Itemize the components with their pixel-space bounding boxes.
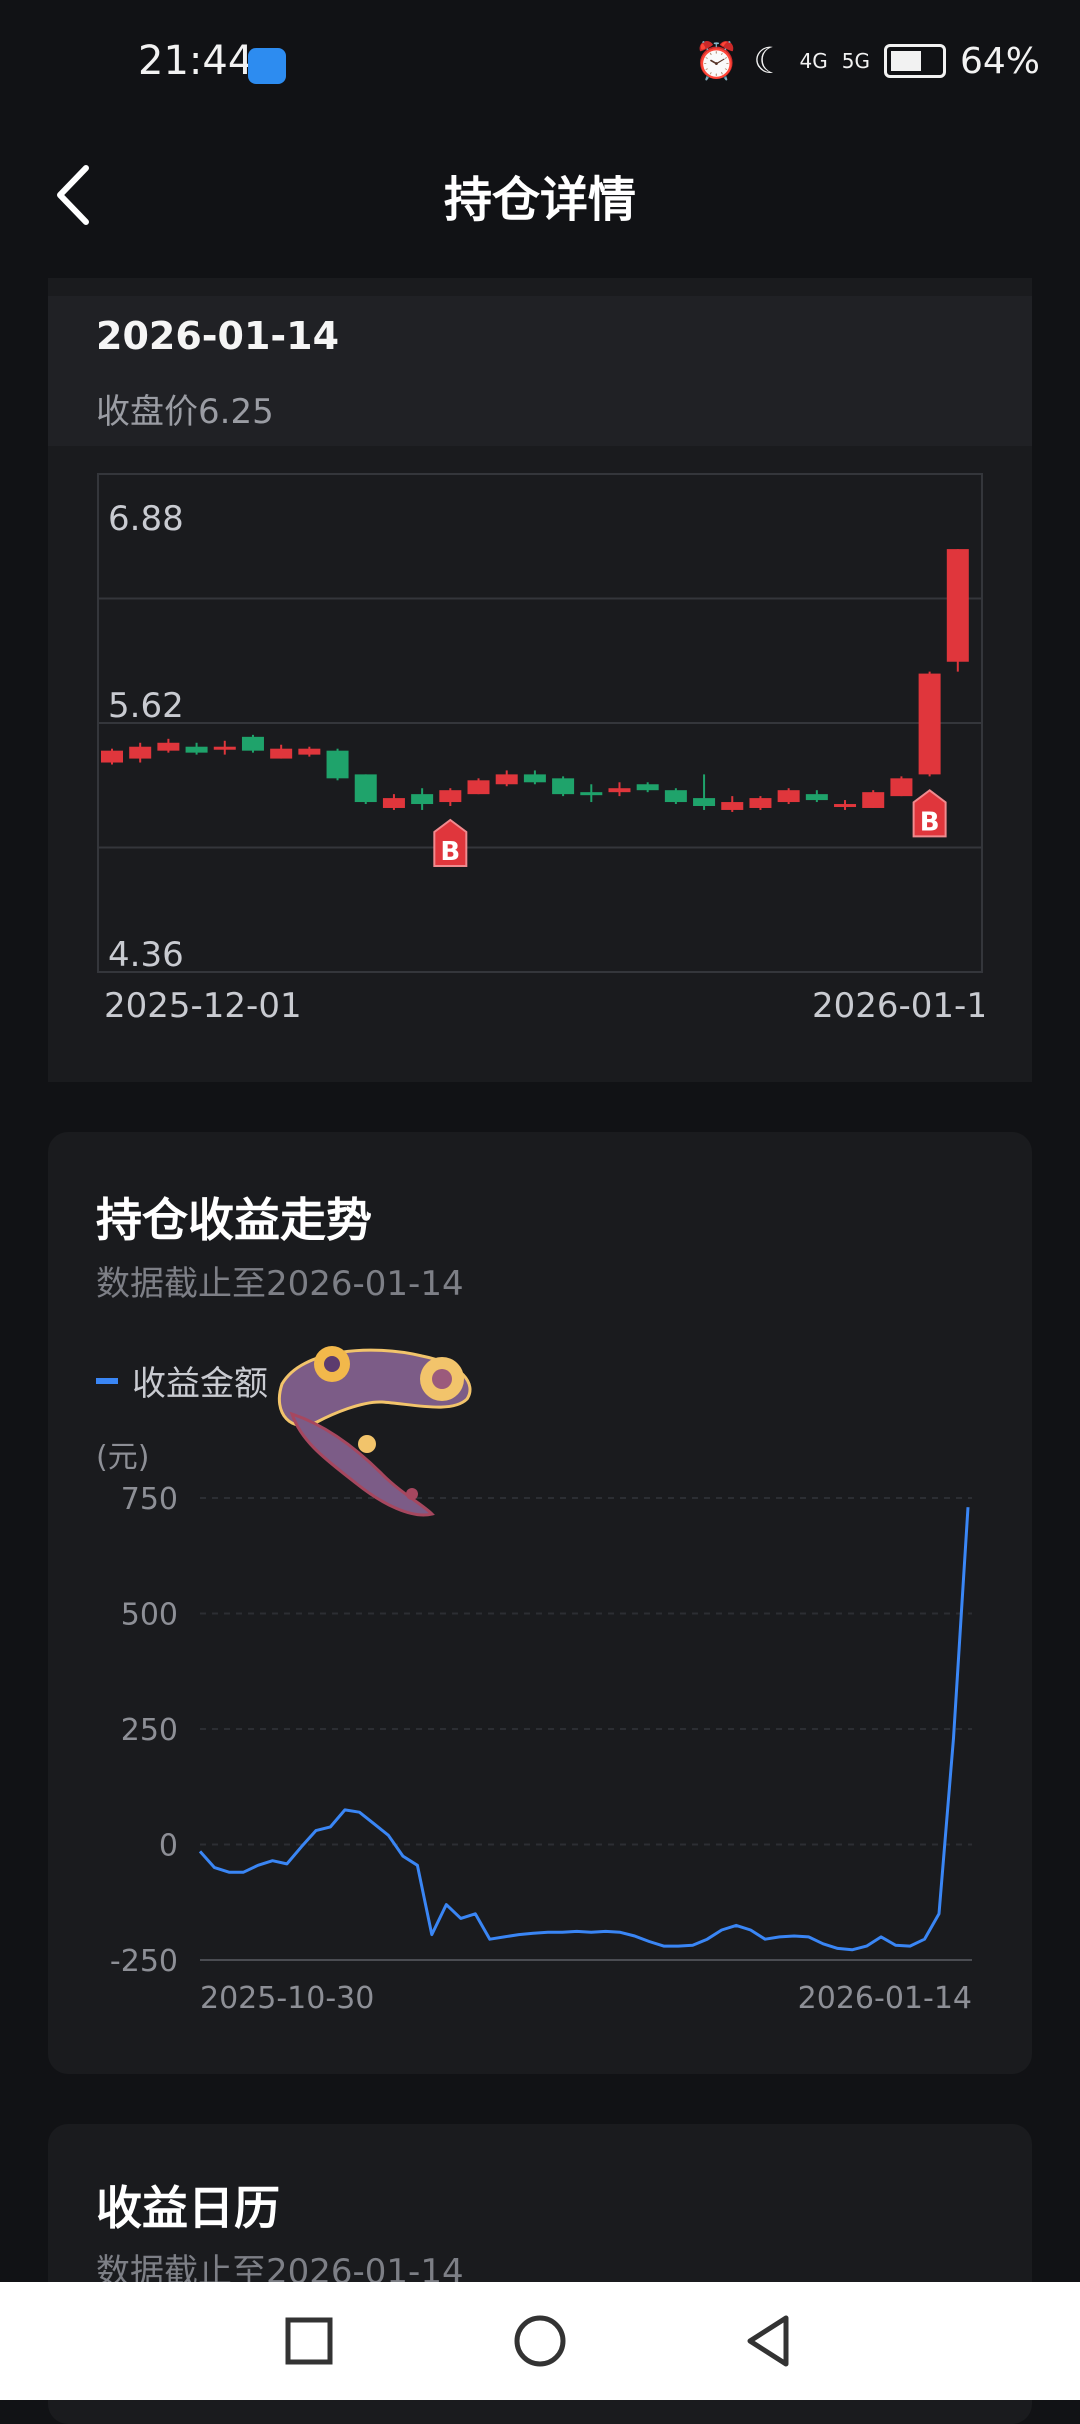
legend-label: 收益金额: [132, 1364, 268, 1404]
back-nav-icon[interactable]: [736, 2306, 806, 2376]
battery-level: 64%: [959, 40, 1040, 82]
candle-body: [467, 780, 490, 795]
profit-calendar-title: 收益日历: [96, 2181, 280, 2235]
kline-y-tick: 4.36: [108, 935, 184, 974]
buy-marker-label: B: [920, 807, 940, 837]
candle-body: [101, 750, 123, 763]
candle-body: [946, 549, 969, 662]
kline-date: 2026-01-14: [96, 314, 340, 358]
candle-body: [890, 778, 913, 797]
candle-body: [298, 748, 321, 755]
profit-y-tick: -250: [110, 1944, 178, 1979]
home-icon[interactable]: [505, 2306, 575, 2376]
candle-body: [326, 750, 349, 779]
candle-body: [834, 804, 857, 808]
candle-body: [608, 788, 631, 793]
signal-4g-icon: 4G: [799, 49, 828, 73]
profit-trend-subtitle: 数据截止至2026-01-14: [96, 1264, 464, 1304]
kline-y-tick: 5.62: [108, 686, 184, 726]
status-indicators: ⏰ ☾ 4G 5G 64%: [694, 40, 1040, 83]
status-time: 21:44: [138, 38, 254, 84]
candle-body: [439, 790, 462, 803]
profit-y-tick: 0: [159, 1829, 178, 1864]
profit-x-end: 2026-01-14: [798, 1981, 972, 2016]
candle-body: [270, 748, 293, 759]
legend-swatch: [96, 1377, 118, 1384]
candle-body: [862, 792, 885, 808]
candle-body: [721, 802, 744, 810]
candle-body: [749, 798, 772, 808]
candle-body: [693, 798, 716, 806]
kline-y-tick: 6.88: [108, 499, 184, 539]
candle-body: [382, 798, 405, 808]
candle-body: [580, 792, 603, 796]
candle-body: [552, 778, 575, 795]
candle-body: [636, 784, 659, 791]
candle-body: [523, 774, 546, 783]
candle-body: [918, 673, 941, 775]
kline-x-start: 2025-12-01: [104, 986, 302, 1026]
candle-body: [213, 746, 236, 750]
page-title: 持仓详情: [443, 172, 636, 228]
sticker-image: [277, 1346, 472, 1517]
kline-x-end: 2026-01-14: [812, 986, 984, 1026]
candle-body: [777, 790, 800, 803]
candle-body: [185, 746, 208, 753]
kline-chart[interactable]: 6.88 5.62 4.36 B B: [96, 472, 984, 974]
candle-body: [805, 794, 828, 801]
candle-body: [664, 790, 687, 803]
candle-body: [241, 736, 264, 751]
recent-apps-icon[interactable]: [274, 2306, 344, 2376]
battery-icon: [883, 44, 946, 78]
profit-y-tick: 250: [121, 1713, 178, 1748]
profit-line-chart[interactable]: 750 500 250 0 -250 2025-10-30 2026-01-14: [96, 1470, 984, 2030]
candle-body: [157, 742, 180, 751]
moon-icon: ☾: [753, 40, 786, 82]
signal-5g-icon: 5G: [841, 49, 870, 73]
profit-y-tick: 500: [121, 1598, 178, 1633]
weather-icon: [248, 48, 286, 84]
alarm-icon: ⏰: [694, 41, 740, 82]
profit-trend-title: 持仓收益走势: [96, 1193, 372, 1247]
buy-marker-label: B: [440, 837, 460, 867]
profit-x-start: 2025-10-30: [200, 1981, 374, 2016]
candle-body: [129, 746, 152, 759]
profit-legend[interactable]: 收益金额: [96, 1356, 268, 1405]
candle-body: [495, 774, 518, 785]
close-price-label: 收盘价6.25: [96, 392, 274, 432]
profit-y-tick: 750: [121, 1482, 178, 1517]
system-nav-bar: [0, 2282, 1080, 2400]
candle-body: [411, 794, 434, 805]
candle-body: [354, 774, 377, 803]
